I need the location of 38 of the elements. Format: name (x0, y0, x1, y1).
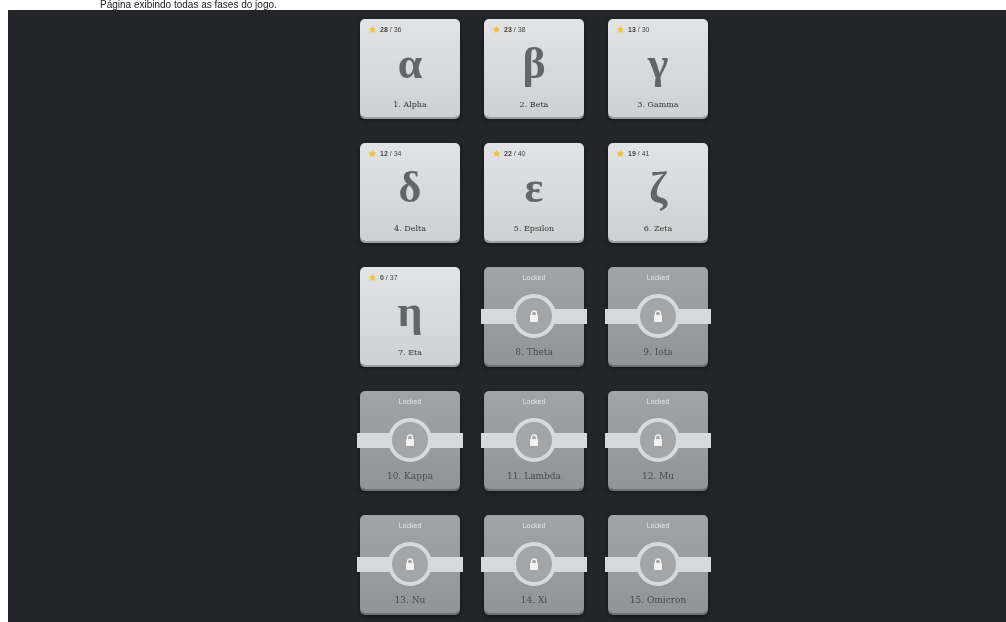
lock-icon (529, 310, 539, 322)
greek-letter: ε (524, 163, 544, 213)
greek-letter: η (397, 287, 423, 337)
star-icon (368, 25, 377, 34)
star-icon (368, 149, 377, 158)
level-name: 7. Eta (397, 348, 423, 357)
level-name: 2. Beta (518, 100, 550, 109)
star-icon (492, 25, 501, 34)
greek-letter: γ (647, 39, 669, 89)
level-name: 15. Omicron (628, 595, 688, 605)
level-name: 4. Delta (393, 224, 427, 233)
star-icon (616, 25, 625, 34)
level-name: 10. Kappa (385, 471, 435, 481)
level-name: 12. Mu (640, 471, 676, 481)
lock-icon (529, 434, 539, 446)
level-name: 8. Theta (514, 347, 554, 357)
level-name: 9. Iota (642, 347, 674, 357)
lock-icon (653, 558, 663, 570)
lock-icon (653, 310, 663, 322)
lock-icon (653, 434, 663, 446)
lock-icon (405, 558, 415, 570)
caption: Página exibindo todas as fases do jogo. (99, 0, 278, 10)
level-name: 14. Xi (519, 595, 549, 605)
star-icon (492, 149, 501, 158)
greek-letter: δ (398, 163, 422, 213)
lock-icon (405, 434, 415, 446)
greek-letter: α (397, 39, 423, 89)
lock-icon (529, 558, 539, 570)
greek-letter: ζ (648, 163, 668, 213)
level-name: 5. Epsilon (512, 224, 556, 233)
level-name: 6. Zeta (642, 224, 674, 233)
level-name: 3. Gamma (636, 100, 680, 109)
level-name: 1. Alpha (392, 100, 428, 109)
level-name: 11. Lambda (506, 471, 562, 481)
star-icon (368, 273, 377, 282)
star-icon (616, 149, 625, 158)
level-name: 13. Nu (393, 595, 427, 605)
greek-letter: β (522, 39, 546, 89)
